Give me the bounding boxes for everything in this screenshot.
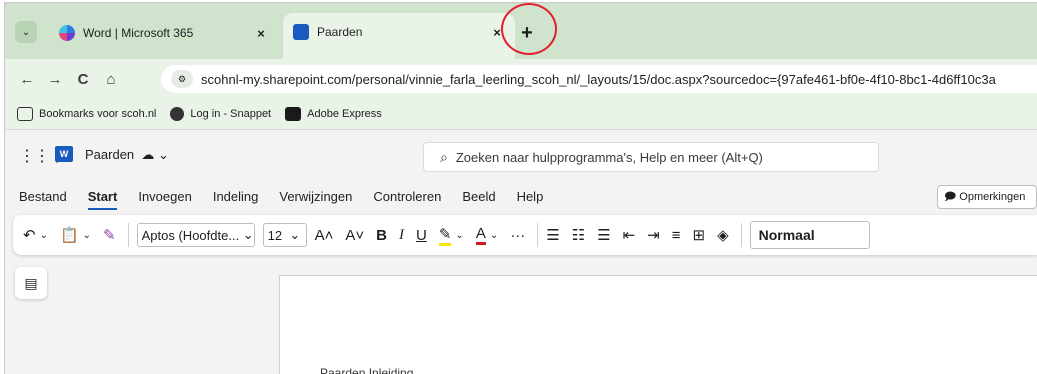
italic-button[interactable]: I — [399, 227, 404, 244]
tab-start[interactable]: Start — [87, 189, 117, 210]
borders-icon[interactable]: ⊞ — [693, 226, 706, 244]
document-page[interactable]: Paarden Inleiding — [279, 275, 1037, 374]
ribbon-toolbar: ↶ ⌄ 📋 ⌄ ✎ Aptos (Hoofdte... ⌄ 12 ⌄ A˄ A˅… — [13, 215, 1037, 255]
site-info-icon[interactable]: ⚙ — [171, 70, 193, 88]
format-painter-icon[interactable]: ✎ — [103, 226, 116, 244]
numbering-icon[interactable]: ☷ — [572, 226, 585, 244]
document-text: Paarden Inleiding — [320, 366, 414, 374]
tab-search-button[interactable]: ⌄ — [15, 21, 37, 43]
chevron-down-icon[interactable]: ⌄ — [40, 230, 48, 241]
address-row: ← → C ⌂ ⚙ scohnl-my.sharepoint.com/perso… — [5, 59, 1037, 99]
tab-verwijzingen[interactable]: Verwijzingen — [279, 189, 352, 204]
word-logo-icon: W — [55, 146, 73, 162]
shrink-font-button[interactable]: A˅ — [345, 227, 364, 244]
tab-paarden[interactable]: Paarden × — [283, 13, 515, 59]
bullets-icon[interactable]: ☰ — [546, 226, 559, 244]
paste-icon[interactable]: 📋 — [60, 226, 79, 244]
search-icon: ⌕ — [440, 148, 448, 165]
comment-icon: 🗩 — [944, 190, 960, 203]
tab-help[interactable]: Help — [517, 189, 544, 204]
chevron-down-icon[interactable]: ⌄ — [455, 230, 463, 241]
chevron-down-icon: ⌄ — [21, 26, 31, 38]
tab-label: Word | Microsoft 365 — [83, 26, 194, 40]
underline-button[interactable]: U — [416, 227, 427, 244]
chevron-down-icon[interactable]: ⌄ — [83, 230, 91, 241]
divider — [127, 223, 129, 247]
tab-beeld[interactable]: Beeld — [462, 189, 495, 204]
undo-icon[interactable]: ↶ — [23, 226, 36, 244]
shading-icon[interactable]: ◈ — [717, 226, 729, 244]
tab-word-microsoft-365[interactable]: Word | Microsoft 365 × — [49, 15, 279, 51]
font-color-icon[interactable]: A — [475, 225, 486, 245]
comments-label: Opmerkingen — [959, 191, 1026, 203]
tab-invoegen[interactable]: Invoegen — [138, 189, 192, 204]
reload-icon[interactable]: C — [69, 71, 97, 88]
checklist-icon[interactable]: ☰ — [597, 226, 610, 244]
forward-icon[interactable]: → — [41, 71, 69, 88]
word-icon — [293, 24, 309, 40]
bookmark-folder-icon — [17, 107, 33, 121]
comments-button[interactable]: 🗩 Opmerkingen — [937, 185, 1037, 209]
font-name-value: Aptos (Hoofdte... — [141, 227, 240, 243]
style-value: Normaal — [758, 227, 815, 243]
bookmark-adobe-express[interactable]: Adobe Express — [285, 107, 382, 121]
microsoft365-icon — [59, 25, 75, 41]
bookmark-snappet[interactable]: Log in - Snappet — [170, 107, 271, 121]
cloud-sync-icon: ☁ — [137, 147, 155, 162]
url-text: scohnl-my.sharepoint.com/personal/vinnie… — [201, 71, 996, 87]
highlight-circle — [501, 3, 557, 55]
font-name-select[interactable]: Aptos (Hoofdte... ⌄ — [136, 223, 255, 247]
search-placeholder: Zoeken naar hulpprogramma's, Help en mee… — [455, 149, 763, 165]
address-bar[interactable]: ⚙ scohnl-my.sharepoint.com/personal/vinn… — [161, 65, 1037, 93]
search-box[interactable]: ⌕ Zoeken naar hulpprogramma's, Help en m… — [423, 142, 879, 172]
back-icon[interactable]: ← — [13, 71, 41, 88]
font-size-value: 12 — [267, 227, 283, 243]
tab-label: Paarden — [317, 25, 363, 39]
bold-button[interactable]: B — [376, 227, 387, 244]
increase-indent-icon[interactable]: ⇥ — [647, 226, 660, 244]
close-icon[interactable]: × — [253, 26, 269, 41]
bookmark-label: Log in - Snappet — [190, 108, 272, 120]
bookmark-scoh[interactable]: Bookmarks voor scoh.nl — [17, 107, 156, 121]
font-size-select[interactable]: 12 ⌄ — [262, 223, 307, 247]
grow-font-button[interactable]: A˄ — [315, 227, 334, 244]
tab-indeling[interactable]: Indeling — [213, 189, 259, 204]
bookmark-label: Bookmarks voor scoh.nl — [39, 108, 157, 120]
snappet-icon — [170, 107, 185, 121]
document-title[interactable]: Paarden ☁ ⌄ — [85, 147, 169, 163]
office-header: ⋮⋮⋮ W Paarden ☁ ⌄ ⌕ Zoeken naar hulpprog… — [5, 129, 1037, 179]
decrease-indent-icon[interactable]: ⇤ — [623, 226, 636, 244]
bookmark-label: Adobe Express — [307, 108, 382, 120]
adobe-express-icon — [285, 107, 302, 121]
bookmarks-bar: Bookmarks voor scoh.nl Log in - Snappet … — [5, 99, 1037, 129]
browser-window: ⌄ Word | Microsoft 365 × Paarden × + ← →… — [4, 2, 1037, 374]
chevron-down-icon[interactable]: ⌄ — [490, 230, 498, 241]
home-icon[interactable]: ⌂ — [97, 71, 125, 88]
highlight-color-icon[interactable]: ✎ — [438, 225, 452, 246]
ribbon-tabs: Bestand Start Invoegen Indeling Verwijzi… — [5, 181, 1037, 211]
divider — [740, 223, 742, 247]
chevron-down-icon: ⌄ — [158, 147, 169, 162]
align-icon[interactable]: ≡ — [672, 227, 681, 244]
more-options-button[interactable]: ··· — [510, 227, 525, 244]
navigation-pane-icon[interactable]: ▤ — [15, 267, 47, 299]
tab-controleren[interactable]: Controleren — [373, 189, 441, 204]
document-title-text: Paarden — [85, 147, 135, 162]
tab-strip: ⌄ Word | Microsoft 365 × Paarden × + — [5, 3, 1037, 59]
divider — [537, 223, 539, 247]
style-select[interactable]: Normaal — [749, 221, 870, 249]
tab-bestand[interactable]: Bestand — [19, 189, 67, 204]
